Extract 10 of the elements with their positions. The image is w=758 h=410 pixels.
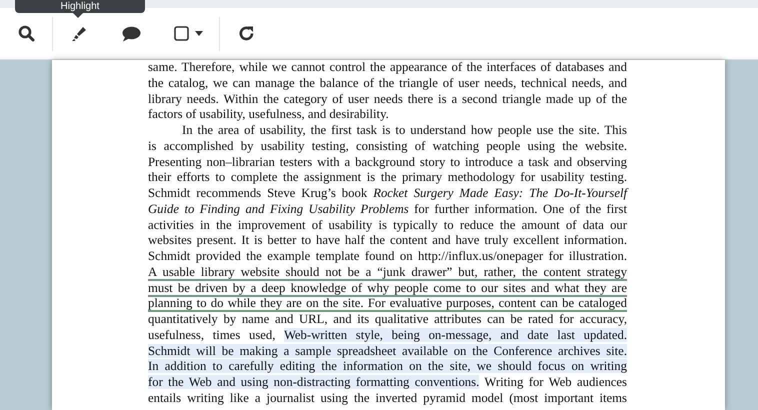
- paragraph: same. Therefore, while we cannot control the appearance of the interfaces of databases and the catalog, we can manage the balance of the triangle of user needs, technical needs, and library needs. Within the category of user needs there is a second triangle made up of the factors of usability, usefulness, and desirability.: [148, 60, 627, 123]
- paragraph: In the area of usability, the first task is to understand how people use the site. This is accomplished by usability testing, consisting of watching people using the website. Presenting non–librarian testers with a background story to introduce a task and observing their efforts to complete the assignment is the primary methodology for usability testing. Schmidt recommends Steve Krug’s book Rocket Surgery Made Easy: The Do-It-Yourself Guide to Finding and Fixing Usability Problems for further information. One of the first activities in the improvement of usability is typically to reduce the amount of data our websites present. It is better to have half the content and have truly excellent information. Schmidt provided the example template found on http://influx.us/onepager for illustration. A usable library website should not be a “junk drawer” but, rather, the content strategy must be driven by a deep knowledge of why people come to our sites and what they are planning to do while they are on the site. For evaluative purposes, content can be cataloged quantitatively by name and URL, and its qualitative attributes can be rated for accuracy, usefulness, times used, Web-written style, being on-message, and date last updated. Schmidt will be making a sample spreadsheet available on the Conference archives site. In addition to carefully editing the information on the site, we should focus on writing for the Web and using non-distracting formatting conventions. Writing for Web audiences entails writing like a journalist using the inverted pyramid model (most important items: [148, 123, 627, 406]
- search-icon: [18, 25, 34, 42]
- square-icon: [174, 26, 188, 41]
- tooltip-arrow: [73, 13, 83, 18]
- caret-icon: [194, 31, 202, 36]
- highlighter-icon: [70, 25, 88, 42]
- speech-bubble-icon: [122, 26, 140, 42]
- tooltip: Highlight: [15, 0, 145, 13]
- refresh-icon: [238, 25, 254, 42]
